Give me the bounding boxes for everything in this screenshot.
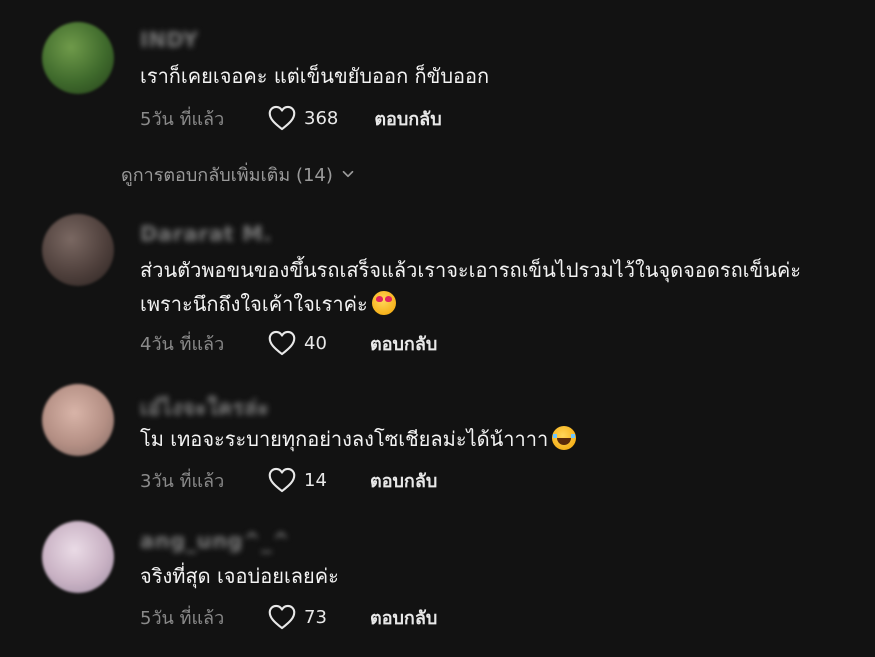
comment-text: เราก็เคยเจอคะ แต่เข็นขยับออก ก็ขับออก [140,59,860,93]
comment-text: โม เทอจะระบายทุกอย่างลงโซเชียลม่ะได้น้าา… [140,422,860,456]
comment-text-content: จริงที่สุด เจอบ่อยเลยค่ะ [140,564,339,588]
heart-outline-icon [268,467,296,493]
comment-text-content: โม เทอจะระบายทุกอย่างลงโซเชียลม่ะได้น้าา… [140,427,549,451]
avatar[interactable] [42,521,114,593]
comment-meta: 4วัน ที่แล้ว 40 ตอบกลับ [140,328,437,358]
avatar[interactable] [42,384,114,456]
comment-time: 5วัน ที่แล้ว [140,108,225,130]
like-count: 14 [304,469,327,491]
view-more-replies-button[interactable]: ดูการตอบกลับเพิ่มเติม (14) [121,160,357,188]
comment-username[interactable]: INDY [140,28,199,52]
comment-time: 5วัน ที่แล้ว [140,607,225,629]
like-button[interactable]: 73 [268,604,370,630]
face-with-tears-of-joy-emoji [552,426,577,450]
comment-meta: 3วัน ที่แล้ว 14 ตอบกลับ [140,465,437,495]
comment-text-content: ส่วนตัวพอขนของขึ้นรถเสร็จแล้วเราจะเอารถเ… [140,258,801,316]
reply-button[interactable]: ตอบกลับ [370,603,437,632]
comment-text: ส่วนตัวพอขนของขึ้นรถเสร็จแล้วเราจะเอารถเ… [140,253,860,321]
avatar[interactable] [42,214,114,286]
heart-outline-icon [268,105,296,131]
like-button[interactable]: 40 [268,330,370,356]
reply-button[interactable]: ตอบกลับ [370,466,437,495]
comment-meta: 5วัน ที่แล้ว 368 ตอบกลับ [140,103,442,133]
like-button[interactable]: 368 [268,105,374,131]
avatar[interactable] [42,22,114,94]
heart-outline-icon [268,604,296,630]
like-count: 40 [304,332,327,354]
like-count: 73 [304,606,327,628]
chevron-down-icon [342,170,354,178]
smiling-face-with-hearts-emoji [371,291,396,315]
comment-meta: 5วัน ที่แล้ว 73 ตอบกลับ [140,602,437,632]
comment-text: จริงที่สุด เจอบ่อยเลยค่ะ [140,559,860,593]
comment-username[interactable]: เอ๋ไงจะใครล่ะ [140,392,269,425]
comment-time: 3วัน ที่แล้ว [140,470,225,492]
comment-time: 4วัน ที่แล้ว [140,333,225,355]
comment-text-content: เราก็เคยเจอคะ แต่เข็นขยับออก ก็ขับออก [140,64,490,88]
heart-outline-icon [268,330,296,356]
reply-button[interactable]: ตอบกลับ [370,329,437,358]
view-more-replies-label: ดูการตอบกลับเพิ่มเติม (14) [121,164,333,186]
like-count: 368 [304,107,339,129]
comment-username[interactable]: ang_ung^_^ [140,529,290,553]
reply-button[interactable]: ตอบกลับ [374,104,441,133]
comment-username[interactable]: Dararat M. [140,222,272,246]
like-button[interactable]: 14 [268,467,370,493]
